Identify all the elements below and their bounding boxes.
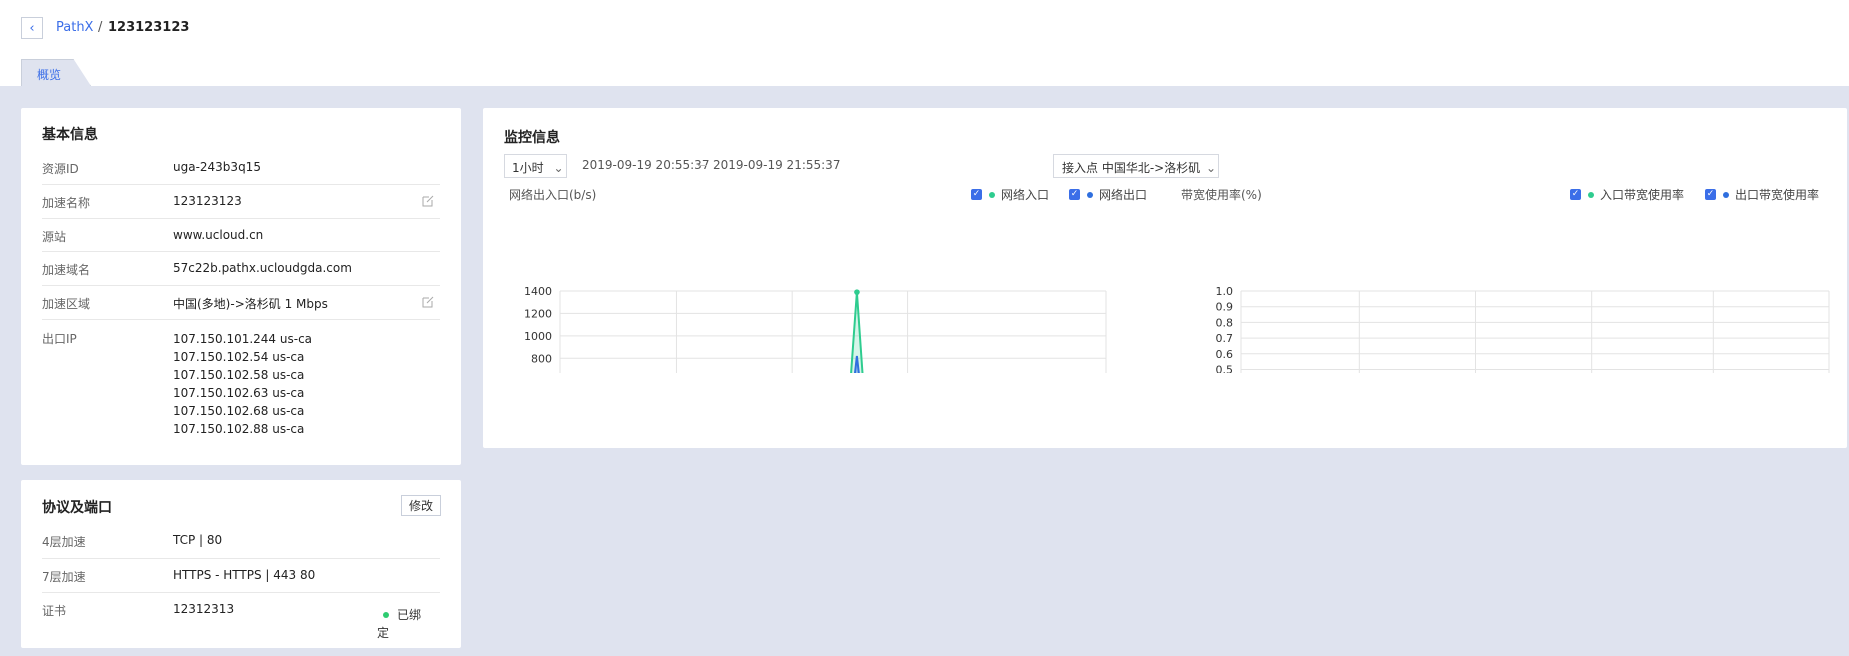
legend-dot-icon: [989, 191, 995, 198]
protocol-key: 4层加速: [42, 535, 86, 549]
access-point-select[interactable]: 接入点 中国华北->洛杉矶 ⌄: [1053, 154, 1219, 178]
info-value: uga-243b3q15: [173, 160, 261, 174]
chevron-down-icon: ⌄: [1206, 161, 1217, 175]
legend-label: 出口带宽使用率: [1735, 188, 1820, 202]
info-value: 57c22b.pathx.ucloudgda.com: [173, 261, 352, 275]
protocol-value: TCP | 80: [173, 533, 223, 547]
egress-ip-list: 107.150.101.244 us-ca 107.150.102.54 us-…: [173, 330, 312, 438]
info-key: 资源ID: [42, 162, 79, 176]
legend-dot-icon: [1087, 191, 1093, 198]
series-area: [851, 292, 863, 373]
y-tick-label: 1.0: [1216, 285, 1234, 298]
info-value: www.ucloud.cn: [173, 228, 264, 242]
cert-status: 已绑定: [377, 606, 427, 642]
y-tick-label: 1200: [524, 307, 552, 320]
chart-title: 网络出入口(b/s): [509, 188, 597, 202]
info-row-domain: 加速域名 57c22b.pathx.ucloudgda.com: [42, 252, 440, 286]
back-button[interactable]: ‹: [21, 17, 43, 39]
time-range-value: 1小时: [512, 161, 544, 175]
checkbox-checked-icon[interactable]: ✓: [971, 189, 982, 200]
end-time[interactable]: 2019-09-19 21:55:37: [713, 158, 840, 172]
series-line: [850, 292, 864, 373]
protocol-key: 证书: [42, 604, 67, 618]
breadcrumb-root-link[interactable]: PathX: [56, 20, 93, 35]
breadcrumb-separator: /: [98, 20, 103, 35]
info-row-name: 加速名称 123123123: [42, 185, 440, 219]
protocol-card: 协议及端口 修改 4层加速 TCP | 80 7层加速 HTTPS - HTTP…: [21, 480, 461, 648]
protocol-row-l4: 4层加速 TCP | 80: [42, 533, 440, 559]
access-point-value: 接入点 中国华北->洛杉矶: [1062, 161, 1201, 175]
y-tick-label: 800: [531, 352, 552, 365]
top-header: ‹ PathX / 123123123 概览: [0, 0, 1849, 86]
data-point: [854, 289, 860, 295]
legend-item-outbound[interactable]: ✓ 网络出口: [1069, 186, 1147, 203]
legend-label: 网络入口: [1001, 188, 1050, 202]
egress-ip-item: 107.150.102.63 us-ca: [173, 386, 305, 400]
checkbox-checked-icon[interactable]: ✓: [1705, 189, 1716, 200]
legend-dot-icon: [1723, 191, 1729, 198]
info-value: 123123123: [173, 194, 242, 208]
network-traffic-chart: 02004006008001000120014002019-09-19 20:5…: [524, 285, 1107, 373]
info-key: 加速区域: [42, 297, 91, 311]
legend-item-outbound-usage[interactable]: ✓ 出口带宽使用率: [1705, 186, 1819, 203]
protocol-row-l7: 7层加速 HTTPS - HTTPS | 443 80: [42, 559, 440, 593]
chevron-down-icon: ⌄: [553, 161, 564, 175]
egress-ip-item: 107.150.102.58 us-ca: [173, 368, 305, 382]
chart-title: 带宽使用率(%): [1181, 188, 1262, 202]
y-tick-label: 1000: [524, 330, 552, 343]
edit-icon[interactable]: [422, 195, 434, 207]
legend-label: 入口带宽使用率: [1600, 188, 1685, 202]
time-separator: [698, 165, 707, 166]
egress-ip-label: 出口IP: [42, 332, 77, 346]
bandwidth-usage-chart: 00.10.20.30.40.50.60.70.80.91.02019-09-1…: [1216, 285, 1830, 374]
egress-ip-item: 107.150.102.68 us-ca: [173, 404, 305, 418]
info-key: 加速名称: [42, 196, 91, 210]
y-tick-label: 1400: [524, 285, 552, 298]
time-range-select[interactable]: 1小时 ⌄: [504, 154, 567, 178]
egress-ip-item: 107.150.102.88 us-ca: [173, 422, 305, 436]
info-key: 加速域名: [42, 263, 91, 277]
edit-icon[interactable]: [422, 296, 434, 308]
status-dot-icon: [383, 612, 389, 618]
legend-item-inbound-usage[interactable]: ✓ 入口带宽使用率: [1570, 186, 1684, 203]
legend-dot-icon: [1588, 191, 1594, 198]
monitor-title: 监控信息: [504, 130, 560, 146]
breadcrumb-current: 123123123: [108, 20, 190, 35]
y-tick-label: 0.8: [1216, 316, 1234, 329]
checkbox-checked-icon[interactable]: ✓: [1069, 189, 1080, 200]
info-row-resource-id: 资源ID uga-243b3q15: [42, 160, 440, 185]
legend-label: 网络出口: [1099, 188, 1148, 202]
protocol-key: 7层加速: [42, 570, 86, 584]
info-row-region: 加速区域 中国(多地)->洛杉矶 1 Mbps: [42, 286, 440, 320]
protocol-title: 协议及端口: [42, 500, 112, 516]
info-row-origin: 源站 www.ucloud.cn: [42, 219, 440, 252]
legend-item-inbound[interactable]: ✓ 网络入口: [971, 186, 1049, 203]
monitor-card: 监控信息 1小时 ⌄ 2019-09-19 20:55:37 2019-09-1…: [483, 108, 1847, 448]
egress-ip-item: 107.150.101.244 us-ca: [173, 332, 313, 346]
tab-overview[interactable]: 概览: [21, 59, 91, 86]
basic-info-card: 基本信息 资源ID uga-243b3q15 加速名称 123123123 源站…: [21, 108, 461, 465]
y-tick-label: 0.7: [1216, 332, 1234, 345]
checkbox-checked-icon[interactable]: ✓: [1570, 189, 1581, 200]
basic-info-title: 基本信息: [42, 127, 98, 143]
protocol-value: HTTPS - HTTPS | 443 80: [173, 568, 316, 582]
info-value: 中国(多地)->洛杉矶 1 Mbps: [173, 297, 328, 311]
protocol-value: 12312313: [173, 602, 235, 616]
modify-button[interactable]: 修改: [401, 495, 441, 516]
y-tick-label: 0.9: [1216, 301, 1234, 314]
chevron-left-icon: ‹: [29, 20, 35, 36]
egress-ip-item: 107.150.102.54 us-ca: [173, 350, 305, 364]
info-key: 源站: [42, 230, 67, 244]
y-tick-label: 0.6: [1216, 348, 1234, 361]
start-time[interactable]: 2019-09-19 20:55:37: [582, 158, 709, 172]
y-tick-label: 0.5: [1216, 364, 1234, 374]
